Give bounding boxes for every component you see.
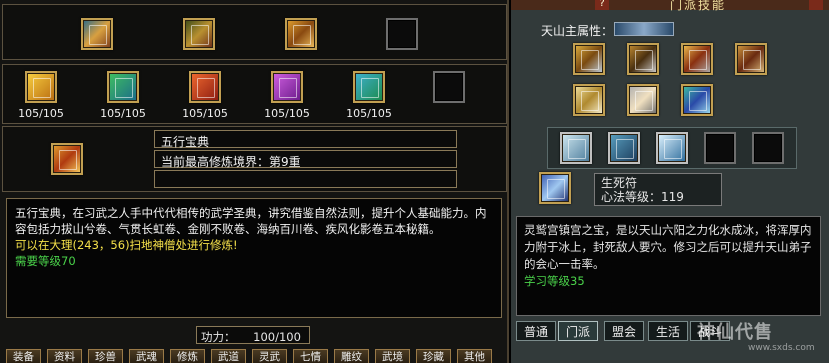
power-field: 功力： 100/100 [196,326,310,344]
tab-engrave[interactable]: 雕纹 [334,349,369,363]
cultivation-window: 105/105 105/105 105/105 105/105 105/105 … [0,0,509,363]
power-label: 功力： [201,330,236,344]
tab-normal[interactable]: 普通 [516,321,556,341]
sect-skills-window: ? 门派技能 天山主属性： 生死符 心法等级：119 灵鹫宫镇宫之宝，是以天山六… [511,0,829,363]
left-tab-bar: 装备 资料 珍兽 武魂 修炼 武道 灵武 七情 雕纹 武境 珍藏 其他 [0,349,509,363]
watermark-url: www.sxds.com [748,343,815,353]
ice-crystal-icon[interactable] [656,132,688,164]
green-scroll-icon[interactable] [107,71,139,103]
skill-icon[interactable] [573,43,605,75]
teal-scroll-icon[interactable] [353,71,385,103]
scroll-count: 105/105 [182,107,228,120]
top-item-row [2,4,507,60]
tab-emotions[interactable]: 七情 [293,349,328,363]
skill-description-text: 灵鹫宫镇宫之宝，是以天山六阳之力化水成冰，将浑厚内力附于冰上，封死敌人要穴。修习… [524,223,812,271]
chest-icon[interactable] [285,18,317,50]
selected-skill-info: 生死符 心法等级：119 [594,173,722,206]
item-detail-panel: 五行宝典 当前最高修炼境界：第9重 [2,126,507,192]
tab-cultivation[interactable]: 修炼 [170,349,205,363]
skill-icon[interactable] [681,84,713,116]
passive-skill-row [547,127,797,169]
scroll-icon[interactable] [183,18,215,50]
empty-slot[interactable] [752,132,784,164]
watermark: 神仙代售 [697,322,773,343]
item-realm: 当前最高修炼境界：第9重 [154,150,457,169]
item-extra [154,170,457,188]
tab-martial-way[interactable]: 武道 [211,349,246,363]
tab-sect[interactable]: 门派 [558,321,598,341]
tab-collection[interactable]: 珍藏 [416,349,451,363]
purple-scroll-icon[interactable] [271,71,303,103]
skill-requirement: 学习等级35 [524,274,585,288]
scroll-count: 105/105 [346,107,392,120]
title-bar: ? 门派技能 [511,0,829,12]
selected-skill-icon [539,172,571,204]
tab-other[interactable]: 其他 [457,349,492,363]
help-button[interactable]: ? [595,0,609,10]
skill-icon[interactable] [681,43,713,75]
selected-book-icon [51,143,83,175]
tab-alliance[interactable]: 盟会 [604,321,644,341]
empty-slot[interactable] [386,18,418,50]
tab-equipment[interactable]: 装备 [6,349,41,363]
window-title: 门派技能 [669,0,726,12]
power-value: 100/100 [253,330,301,344]
book-icon[interactable] [81,18,113,50]
skill-description: 灵鹫宫镇宫之宝，是以天山六阳之力化水成冰，将浑厚内力附于冰上，封死敌人要穴。修习… [516,216,821,316]
tab-profile[interactable]: 资料 [47,349,82,363]
skill-name: 生死符 [601,176,638,190]
twin-figures-icon[interactable] [608,132,640,164]
skill-level: 心法等级：119 [601,190,684,204]
scroll-count: 105/105 [100,107,146,120]
skill-icon[interactable] [735,43,767,75]
skill-icon[interactable] [627,84,659,116]
scroll-count: 105/105 [264,107,310,120]
item-description: 五行宝典，在习武之人手中代代相传的武学圣典，讲究借鉴自然法则，提升个人基础能力。… [6,198,502,318]
tab-spirit-weapon[interactable]: 灵武 [252,349,287,363]
red-scroll-icon[interactable] [189,71,221,103]
location-text: 可以在大理(243，56)扫地神僧处进行修炼! [15,238,238,252]
requirement-text: 需要等级70 [15,254,76,268]
description-text: 五行宝典，在习武之人手中代代相传的武学圣典，讲究借鉴自然法则，提升个人基础能力。… [15,206,487,236]
tab-realm[interactable]: 武境 [375,349,410,363]
item-name: 五行宝典 [154,130,457,149]
scroll-row: 105/105 105/105 105/105 105/105 105/105 [2,64,507,124]
tab-spirit[interactable]: 武魂 [129,349,164,363]
empty-slot[interactable] [433,71,465,103]
yellow-scroll-icon[interactable] [25,71,57,103]
skill-icon[interactable] [627,43,659,75]
attribute-ice-icon [614,22,674,36]
tab-pets[interactable]: 珍兽 [88,349,123,363]
skill-icon[interactable] [573,84,605,116]
close-button[interactable] [809,0,823,10]
scroll-count: 105/105 [18,107,64,120]
attribute-label: 天山主属性： [541,24,614,38]
ice-sage-icon[interactable] [560,132,592,164]
empty-slot[interactable] [704,132,736,164]
tab-life[interactable]: 生活 [648,321,688,341]
